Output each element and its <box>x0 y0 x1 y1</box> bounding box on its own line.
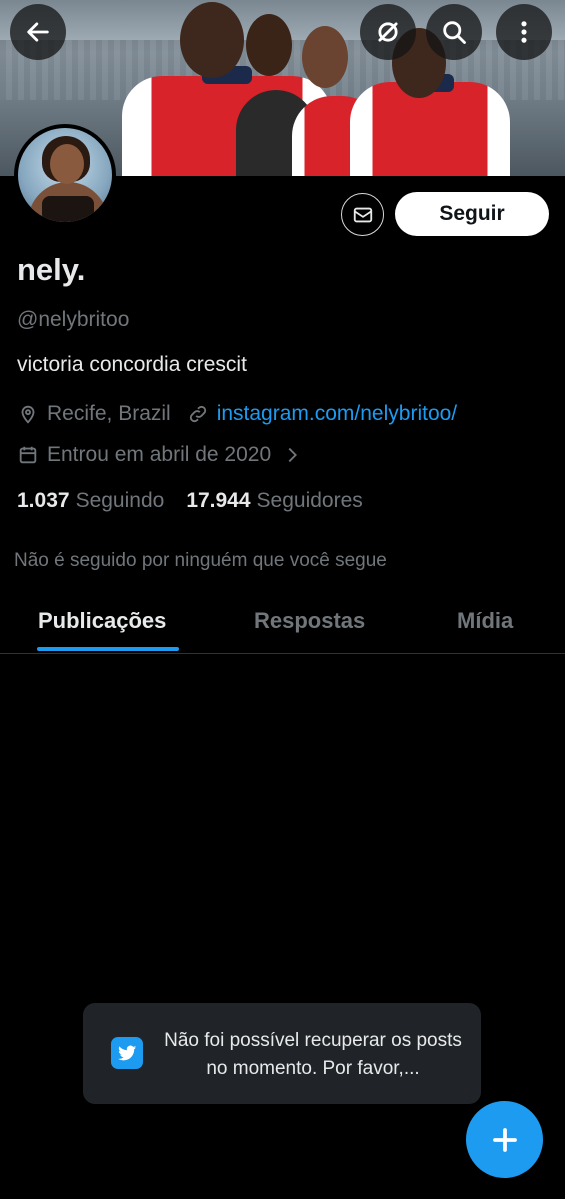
profile-joined-row[interactable]: Entrou em abril de 2020 <box>17 443 311 467</box>
grok-button[interactable] <box>360 4 416 60</box>
banner-player-head <box>180 2 244 78</box>
error-toast: Não foi possível recuperar os posts no m… <box>83 1003 481 1104</box>
following-count: 1.037 <box>17 489 70 512</box>
banner-player-head <box>246 14 292 76</box>
plus-icon <box>492 1127 517 1152</box>
search-button[interactable] <box>426 4 482 60</box>
following-label: Seguindo <box>75 489 165 512</box>
back-button[interactable] <box>10 4 66 60</box>
envelope-icon <box>353 207 372 222</box>
message-button[interactable] <box>341 193 384 236</box>
search-icon <box>443 21 466 44</box>
twitter-bird-icon <box>111 1037 143 1069</box>
profile-meta-row: Recife, Brazil instagram.com/nelybritoo/ <box>17 402 457 426</box>
not-followed-text: Não é seguido por ninguém que você segue <box>14 550 387 571</box>
tab-publicacoes[interactable]: Publicações <box>38 608 166 634</box>
profile-handle: @nelybritoo <box>17 308 130 331</box>
toast-message: Não foi possível recuperar os posts no m… <box>164 1030 462 1079</box>
more-button[interactable] <box>496 4 552 60</box>
follow-button[interactable]: Seguir <box>395 192 549 236</box>
link-icon <box>189 405 206 423</box>
profile-bio: victoria concordia crescit <box>17 353 247 376</box>
profile-name: nely. <box>17 252 86 287</box>
profile-website-link[interactable]: instagram.com/nelybritoo/ <box>217 402 457 426</box>
profile-stats: 1.037 Seguindo 17.944 Seguidores <box>17 489 363 513</box>
location-pin-icon <box>21 405 35 424</box>
compose-post-button[interactable] <box>466 1101 543 1178</box>
chevron-right-icon <box>288 447 298 463</box>
grok-icon <box>378 22 398 42</box>
arrow-left-icon <box>27 22 49 42</box>
followers-count: 17.944 <box>186 489 251 512</box>
profile-location: Recife, Brazil <box>47 402 171 425</box>
followers-stat[interactable]: 17.944 Seguidores <box>186 489 362 513</box>
tab-midia[interactable]: Mídia <box>457 608 513 634</box>
profile-joined: Entrou em abril de 2020 <box>47 443 272 466</box>
avatar[interactable] <box>14 124 116 226</box>
following-stat[interactable]: 1.037 Seguindo <box>17 489 164 513</box>
active-tab-indicator <box>37 647 179 651</box>
tab-respostas[interactable]: Respostas <box>254 608 365 634</box>
profile-tabs: Publicações Respostas Mídia <box>0 592 565 654</box>
more-vertical-icon <box>521 21 527 43</box>
calendar-icon <box>19 446 37 464</box>
banner-player-head <box>302 26 348 88</box>
followers-label: Seguidores <box>256 489 363 512</box>
